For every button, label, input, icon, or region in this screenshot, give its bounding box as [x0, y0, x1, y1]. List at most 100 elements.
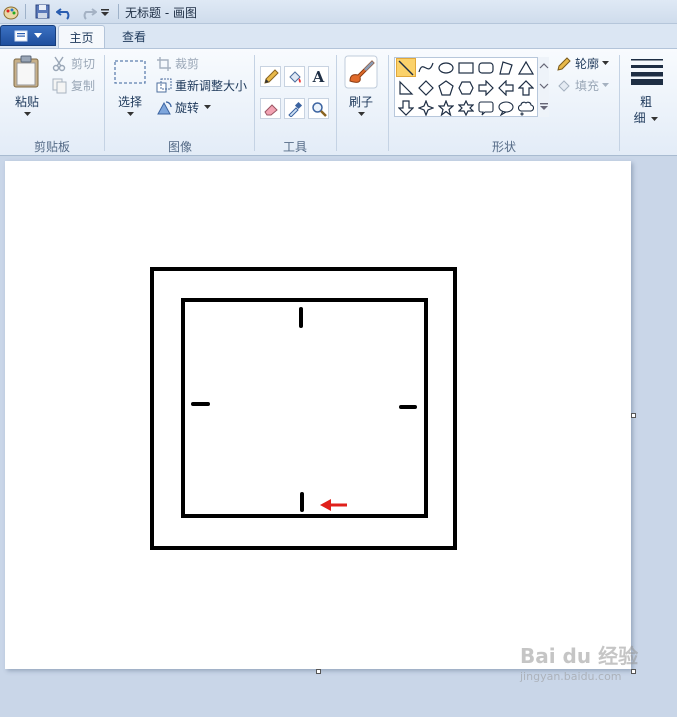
- shape-line[interactable]: [396, 58, 416, 77]
- shape-polygon[interactable]: [496, 58, 516, 77]
- chevron-up-icon: [539, 63, 549, 69]
- cut-button[interactable]: 剪切: [52, 55, 95, 72]
- rotate-label: 旋转: [175, 101, 200, 115]
- tab-view[interactable]: 查看: [112, 25, 156, 48]
- shape-oval[interactable]: [436, 58, 456, 77]
- crop-button[interactable]: 裁剪: [156, 55, 199, 72]
- chevron-down-icon: [651, 117, 659, 121]
- shape-oval-callout[interactable]: [496, 98, 516, 117]
- diamond-shape-icon: [418, 79, 434, 96]
- rounded-callout-shape-icon: [478, 100, 494, 115]
- shape-rectangle[interactable]: [456, 58, 476, 77]
- outline-label: 轮廓: [575, 57, 600, 71]
- undo-icon[interactable]: [55, 3, 75, 20]
- save-icon[interactable]: [33, 3, 51, 20]
- tools-group-label: 工具: [282, 140, 307, 154]
- shape-six-point-star[interactable]: [456, 98, 476, 117]
- ribbon-tab-row: 主页 查看: [0, 24, 677, 48]
- scissors-icon: [52, 56, 68, 72]
- paint-menu-button[interactable]: [0, 25, 56, 46]
- shape-rounded-callout[interactable]: [476, 98, 496, 117]
- selection-rectangle-icon: [114, 60, 146, 84]
- select-button[interactable]: 选择: [112, 55, 148, 121]
- shape-right-arrow[interactable]: [476, 78, 496, 97]
- brushes-button[interactable]: 刷子: [342, 55, 380, 121]
- polygon-shape-icon: [499, 60, 513, 75]
- magnifier-tool[interactable]: [308, 98, 329, 119]
- cut-label: 剪切: [71, 57, 96, 71]
- resize-handle-bottom[interactable]: [316, 669, 321, 674]
- shapes-group-label: 形状: [491, 140, 516, 154]
- outline-button[interactable]: 轮廓: [556, 55, 610, 72]
- shapes-gallery-scrollbar[interactable]: [537, 57, 549, 117]
- color-picker-tool[interactable]: [284, 98, 305, 119]
- fill-button[interactable]: 填充: [556, 77, 610, 94]
- eyedropper-icon: [287, 101, 302, 117]
- rotate-button[interactable]: 旋转: [156, 99, 212, 116]
- customize-quick-access-icon[interactable]: [99, 3, 111, 20]
- pentagon-shape-icon: [438, 79, 454, 96]
- shape-down-arrow[interactable]: [396, 98, 416, 117]
- resize-button[interactable]: 重新调整大小: [156, 77, 247, 94]
- outline-pen-icon: [556, 56, 572, 72]
- copy-icon: [52, 78, 68, 94]
- chevron-down-icon: [602, 83, 610, 87]
- pencil-tool[interactable]: [260, 66, 281, 87]
- cloud-callout-shape-icon: [518, 101, 534, 115]
- paste-button[interactable]: 粘贴: [10, 55, 44, 116]
- magnifier-icon: [311, 101, 327, 117]
- expand-gallery-icon: [540, 103, 548, 110]
- paste-label: 粘贴: [14, 95, 39, 109]
- clipboard-group-label: 剪贴板: [33, 140, 70, 154]
- chevron-down-icon: [358, 112, 365, 116]
- four-point-star-shape-icon: [418, 99, 434, 116]
- shape-cloud-callout[interactable]: [516, 98, 536, 117]
- drawing-canvas[interactable]: [5, 161, 631, 669]
- shapes-gallery: [394, 57, 549, 117]
- window-title: 无标题 - 画图: [125, 6, 197, 20]
- text-tool[interactable]: A: [308, 66, 329, 87]
- triangle-shape-icon: [518, 60, 534, 75]
- shape-curve[interactable]: [416, 58, 436, 77]
- chevron-down-icon: [602, 61, 610, 65]
- shape-triangle[interactable]: [516, 58, 536, 77]
- shape-up-arrow[interactable]: [516, 78, 536, 97]
- watermark-url: jingyan.baidu.com: [520, 670, 622, 683]
- five-point-star-shape-icon: [438, 99, 454, 116]
- brush-icon: [344, 55, 378, 89]
- curve-shape-icon: [418, 62, 434, 72]
- shape-rounded-rectangle[interactable]: [476, 58, 496, 77]
- down-arrow-shape-icon: [398, 99, 414, 116]
- line-width-icon: [631, 59, 663, 85]
- oval-shape-icon: [438, 61, 454, 74]
- shape-five-point-star[interactable]: [436, 98, 456, 117]
- shape-hexagon[interactable]: [456, 78, 476, 97]
- watermark-logo: Bai du 经验: [520, 644, 639, 668]
- shape-left-arrow[interactable]: [496, 78, 516, 97]
- eraser-tool[interactable]: [260, 98, 281, 119]
- copy-button[interactable]: 复制: [52, 77, 95, 94]
- redo-icon[interactable]: [78, 3, 98, 20]
- paint-bucket-icon: [288, 70, 301, 83]
- shape-four-point-star[interactable]: [416, 98, 436, 117]
- rounded-rectangle-shape-icon: [478, 61, 494, 74]
- right-triangle-shape-icon: [399, 80, 414, 95]
- up-arrow-shape-icon: [518, 79, 534, 96]
- tab-home[interactable]: 主页: [58, 25, 105, 48]
- shape-diamond[interactable]: [416, 78, 436, 97]
- resize-handle-right[interactable]: [631, 413, 636, 418]
- title-bar: 无标题 - 画图: [0, 0, 677, 24]
- paint-app-icon[interactable]: [2, 3, 20, 20]
- pencil-icon: [263, 68, 279, 84]
- size-label-top: 粗: [639, 95, 652, 109]
- size-button[interactable]: 粗 细: [626, 55, 670, 135]
- rectangle-shape-icon: [458, 61, 474, 74]
- menu-icon: [14, 30, 28, 41]
- fill-label: 填充: [575, 79, 600, 93]
- ribbon: 粘贴 剪切 复制 剪贴板 选择 裁剪 重新调整大小 旋转 图像 A 工具 刷子 …: [0, 48, 677, 156]
- red-arrow-annotation: [320, 499, 347, 511]
- fill-tool[interactable]: [284, 66, 305, 87]
- shape-pentagon[interactable]: [436, 78, 456, 97]
- shape-right-triangle[interactable]: [396, 78, 416, 97]
- copy-label: 复制: [71, 79, 96, 93]
